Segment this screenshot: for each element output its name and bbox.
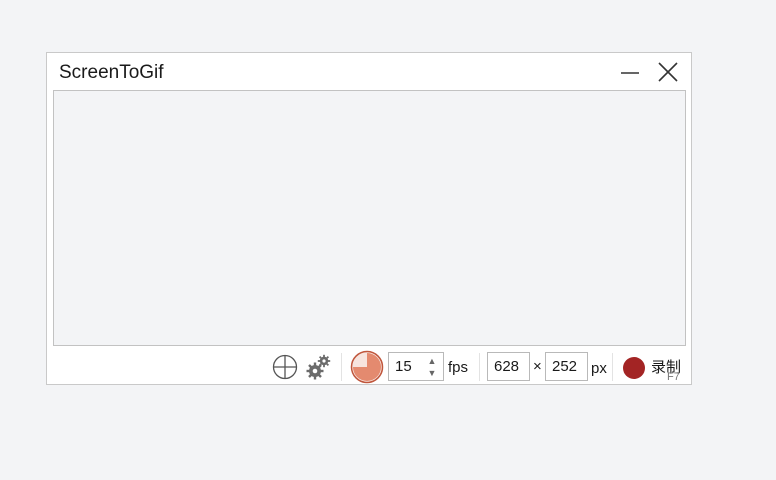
bottom-toolbar: 15 ▲ ▼ fps 628 × 252 px 录制 F7	[47, 348, 691, 385]
toolbar-separator	[341, 353, 342, 381]
fps-stepper[interactable]: 15 ▲ ▼	[388, 352, 444, 381]
crosshair-icon	[272, 354, 298, 380]
minimize-icon	[621, 72, 639, 74]
capture-region[interactable]	[53, 90, 686, 346]
fps-label: fps	[448, 359, 469, 376]
gears-icon	[306, 354, 331, 380]
height-value: 252	[552, 358, 578, 375]
fps-decrease-button[interactable]: ▼	[427, 369, 437, 378]
record-shortcut: F7	[667, 371, 680, 383]
pie-timer-icon	[350, 350, 384, 384]
screentogif-window: ScreenToGif 15 ▲ ▼ fps 628 × 252 px 录制 F…	[46, 52, 692, 385]
record-button[interactable]: 录制 F7	[619, 351, 687, 383]
width-field[interactable]: 628	[487, 352, 530, 381]
minimize-button[interactable]	[615, 59, 645, 85]
toolbar-separator	[612, 353, 613, 381]
fps-value: 15	[395, 358, 412, 375]
window-title: ScreenToGif	[59, 62, 164, 83]
toolbar-separator	[479, 353, 480, 381]
close-icon	[658, 62, 678, 82]
close-button[interactable]	[653, 59, 683, 85]
record-icon	[623, 357, 645, 379]
options-button[interactable]	[306, 353, 332, 381]
fps-increase-button[interactable]: ▲	[427, 357, 437, 366]
snap-window-button[interactable]	[272, 354, 300, 382]
width-value: 628	[494, 358, 520, 375]
height-field[interactable]: 252	[545, 352, 588, 381]
frame-rate-indicator	[350, 350, 384, 384]
title-bar[interactable]: ScreenToGif	[47, 53, 691, 91]
px-label: px	[591, 360, 607, 377]
times-sign: ×	[533, 358, 542, 375]
